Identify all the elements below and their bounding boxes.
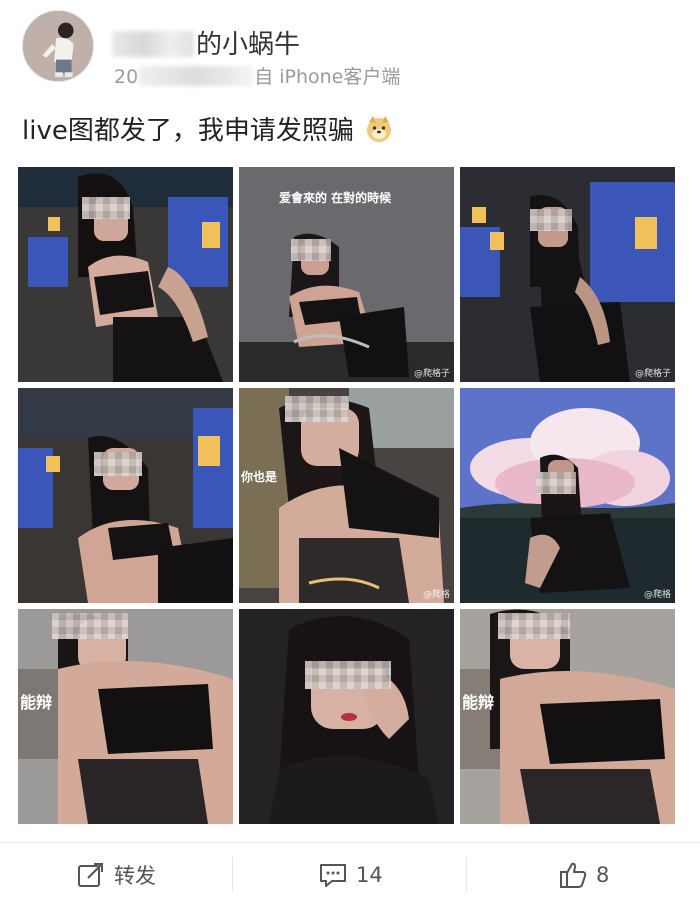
photo-thumbnail[interactable]: 你也是 @爬格 bbox=[239, 388, 454, 603]
face-mosaic bbox=[94, 452, 142, 476]
thumbs-up-icon bbox=[560, 862, 587, 888]
like-button[interactable]: 8 bbox=[558, 843, 609, 905]
face-mosaic bbox=[530, 209, 572, 231]
face-mosaic bbox=[498, 613, 570, 639]
face-mosaic bbox=[82, 197, 130, 219]
share-icon bbox=[78, 862, 103, 887]
face-mosaic bbox=[305, 661, 391, 689]
photo-thumbnail[interactable]: 能辩 bbox=[18, 609, 233, 824]
photo-thumbnail[interactable] bbox=[18, 167, 233, 382]
post-text: live图都发了，我申请发照骗 bbox=[22, 110, 394, 147]
image-grid: 爱會來的 在對的時候 @爬格子 @爬格子 你也是 @爬格 @爬格 能辩 能辩 bbox=[18, 167, 676, 825]
repost-button[interactable]: 转发 bbox=[76, 843, 156, 905]
face-mosaic bbox=[536, 472, 576, 494]
image-overlay-text: 爱會來的 在對的時候 bbox=[279, 191, 392, 205]
face-mosaic bbox=[285, 396, 349, 422]
redacted-name-part bbox=[112, 31, 194, 57]
image-watermark: @爬格子 bbox=[413, 369, 450, 379]
face-mosaic bbox=[291, 239, 331, 261]
comment-count: 14 bbox=[356, 862, 383, 887]
image-overlay-text: 能辩 bbox=[20, 693, 53, 712]
action-divider bbox=[466, 857, 467, 891]
post-text-content: live图都发了，我申请发照骗 bbox=[22, 116, 354, 146]
like-count: 8 bbox=[596, 862, 610, 887]
post-date: 20 bbox=[114, 66, 139, 88]
comment-button[interactable]: 14 bbox=[318, 843, 383, 905]
image-watermark: @爬格子 bbox=[634, 369, 671, 379]
comment-icon bbox=[320, 863, 346, 887]
photo-thumbnail[interactable]: 爱會來的 在對的時候 @爬格子 bbox=[239, 167, 454, 382]
image-overlay-text: 你也是 bbox=[241, 470, 278, 484]
post-action-bar: 转发 14 8 bbox=[0, 842, 700, 905]
photo-thumbnail[interactable] bbox=[18, 388, 233, 603]
image-watermark: @爬格 bbox=[643, 590, 671, 600]
photo-thumbnail[interactable]: 能辩 bbox=[460, 609, 675, 824]
post-meta: 20 自 iPhone客户端 bbox=[114, 62, 400, 89]
author-name[interactable]: 的小蜗牛 bbox=[112, 24, 300, 61]
image-watermark: @爬格 bbox=[422, 590, 450, 600]
post-header: 的小蜗牛 20 自 iPhone客户端 bbox=[22, 10, 682, 88]
repost-label: 转发 bbox=[114, 863, 156, 888]
action-divider bbox=[232, 857, 233, 891]
image-overlay-text: 能辩 bbox=[462, 693, 495, 712]
doge-emoji-icon bbox=[364, 114, 394, 144]
avatar[interactable] bbox=[22, 10, 94, 82]
photo-thumbnail[interactable]: @爬格子 bbox=[460, 167, 675, 382]
post-source: 自 iPhone客户端 bbox=[254, 66, 401, 88]
photo-thumbnail[interactable]: @爬格 bbox=[460, 388, 675, 603]
photo-thumbnail[interactable] bbox=[239, 609, 454, 824]
author-name-text: 的小蜗牛 bbox=[196, 30, 301, 60]
face-mosaic bbox=[52, 613, 128, 639]
redacted-date bbox=[138, 66, 255, 86]
